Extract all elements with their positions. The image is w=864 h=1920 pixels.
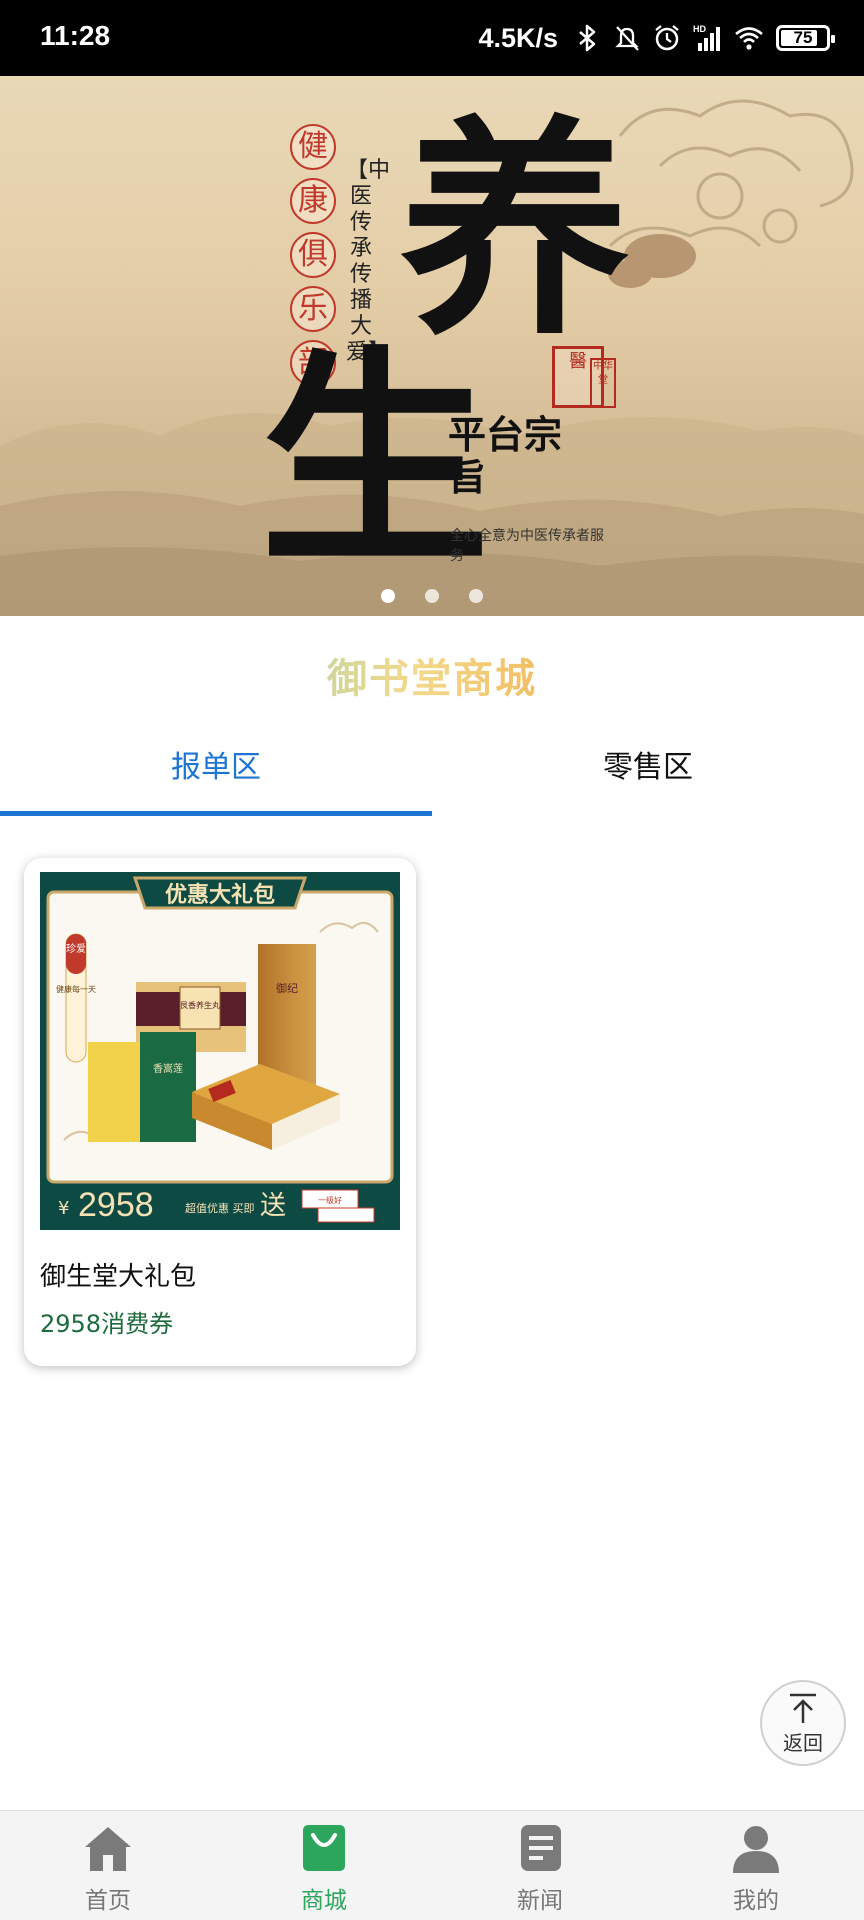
alarm-icon (655, 25, 679, 51)
product-image[interactable]: 优惠大礼包 珍爱 健康每一天 艮香养生丸 御纪 香嵩莲 ¥ 2958 超值优惠 … (40, 872, 400, 1230)
arrow-up-icon (790, 1693, 816, 1723)
club-char: 俱 (290, 232, 336, 278)
platform-purpose-subtitle: 全心全意为中医传承者服务 (450, 528, 604, 564)
status-time: 11:28 (40, 20, 111, 51)
nav-label-home: 首页 (85, 1888, 131, 1914)
calligraphy-yang: 养 (400, 96, 631, 366)
category-tabs: 报单区 零售区 (0, 720, 864, 816)
side-tag-label: 珍爱 (66, 942, 86, 955)
box-label-3: 香嵩莲 (153, 1063, 183, 1075)
news-icon (513, 1821, 567, 1875)
battery-percent: 75 (793, 28, 813, 47)
shopping-bag-icon (297, 1821, 351, 1875)
gift-box-label: 一级好 (318, 1195, 342, 1205)
tab-order-zone[interactable]: 报单区 (0, 720, 432, 816)
bottom-navigation: 首页 商城 新闻 我的 (0, 1810, 864, 1920)
gift-promo-text: 超值优惠 买即 (185, 1201, 255, 1215)
side-tag-text: 健康每一天 (56, 984, 96, 994)
carousel-dot[interactable] (381, 589, 395, 603)
nav-item-mine[interactable]: 我的 (648, 1811, 864, 1920)
status-bar: 11:28 4.5K/s HD 75 (0, 0, 864, 76)
back-to-top-label: 返回 (783, 1730, 823, 1755)
banner-carousel[interactable]: 健 康 俱 乐 部 【中医传承 传播大爱】 养 生 醫 中华堂 平台宗旨 全心全… (0, 76, 864, 616)
gift-banner-label: 优惠大礼包 (165, 882, 275, 908)
carousel-indicators (0, 589, 864, 603)
carousel-dot[interactable] (469, 589, 483, 603)
svg-text:HD: HD (693, 24, 706, 34)
nav-item-shop[interactable]: 商城 (216, 1811, 432, 1920)
bluetooth-icon (579, 24, 596, 52)
network-speed: 4.5K/s (478, 22, 558, 53)
red-seal-small: 中华堂 (590, 358, 616, 408)
box-label-1: 艮香养生丸 (180, 1000, 220, 1010)
nav-label-shop: 商城 (301, 1888, 347, 1914)
home-icon (81, 1821, 135, 1875)
battery-icon: 75 (776, 25, 835, 51)
gift-price-value: 2958 (78, 1186, 154, 1224)
nav-item-news[interactable]: 新闻 (432, 1811, 648, 1920)
back-to-top-button[interactable]: 返回 (760, 1680, 846, 1766)
mute-icon (615, 26, 639, 51)
gift-price-currency: ¥ (58, 1198, 69, 1219)
nav-label-news: 新闻 (517, 1888, 563, 1914)
club-char: 康 (290, 178, 336, 224)
status-icons: 4.5K/s HD 75 (478, 18, 835, 58)
hd-signal-icon: HD (693, 24, 720, 51)
product-name: 御生堂大礼包 (40, 1262, 197, 1292)
tab-retail-zone[interactable]: 零售区 (432, 720, 864, 816)
product-card[interactable]: 优惠大礼包 珍爱 健康每一天 艮香养生丸 御纪 香嵩莲 ¥ 2958 超值优惠 … (24, 858, 416, 1366)
shop-title: 御书堂商城 (0, 646, 864, 704)
nav-item-home[interactable]: 首页 (0, 1811, 216, 1920)
box-label-2: 御纪 (276, 981, 298, 995)
user-icon (729, 1821, 783, 1875)
carousel-dot[interactable] (425, 589, 439, 603)
club-char: 健 (290, 124, 336, 170)
gift-send-text: 送 (260, 1191, 286, 1221)
nav-label-mine: 我的 (733, 1888, 779, 1914)
platform-purpose-title: 平台宗旨 (448, 412, 563, 499)
product-price: 2958消费券 (40, 1310, 174, 1338)
wifi-icon (735, 27, 763, 50)
gift-package-illustration: 优惠大礼包 珍爱 健康每一天 艮香养生丸 御纪 香嵩莲 ¥ 2958 超值优惠 … (40, 872, 400, 1230)
